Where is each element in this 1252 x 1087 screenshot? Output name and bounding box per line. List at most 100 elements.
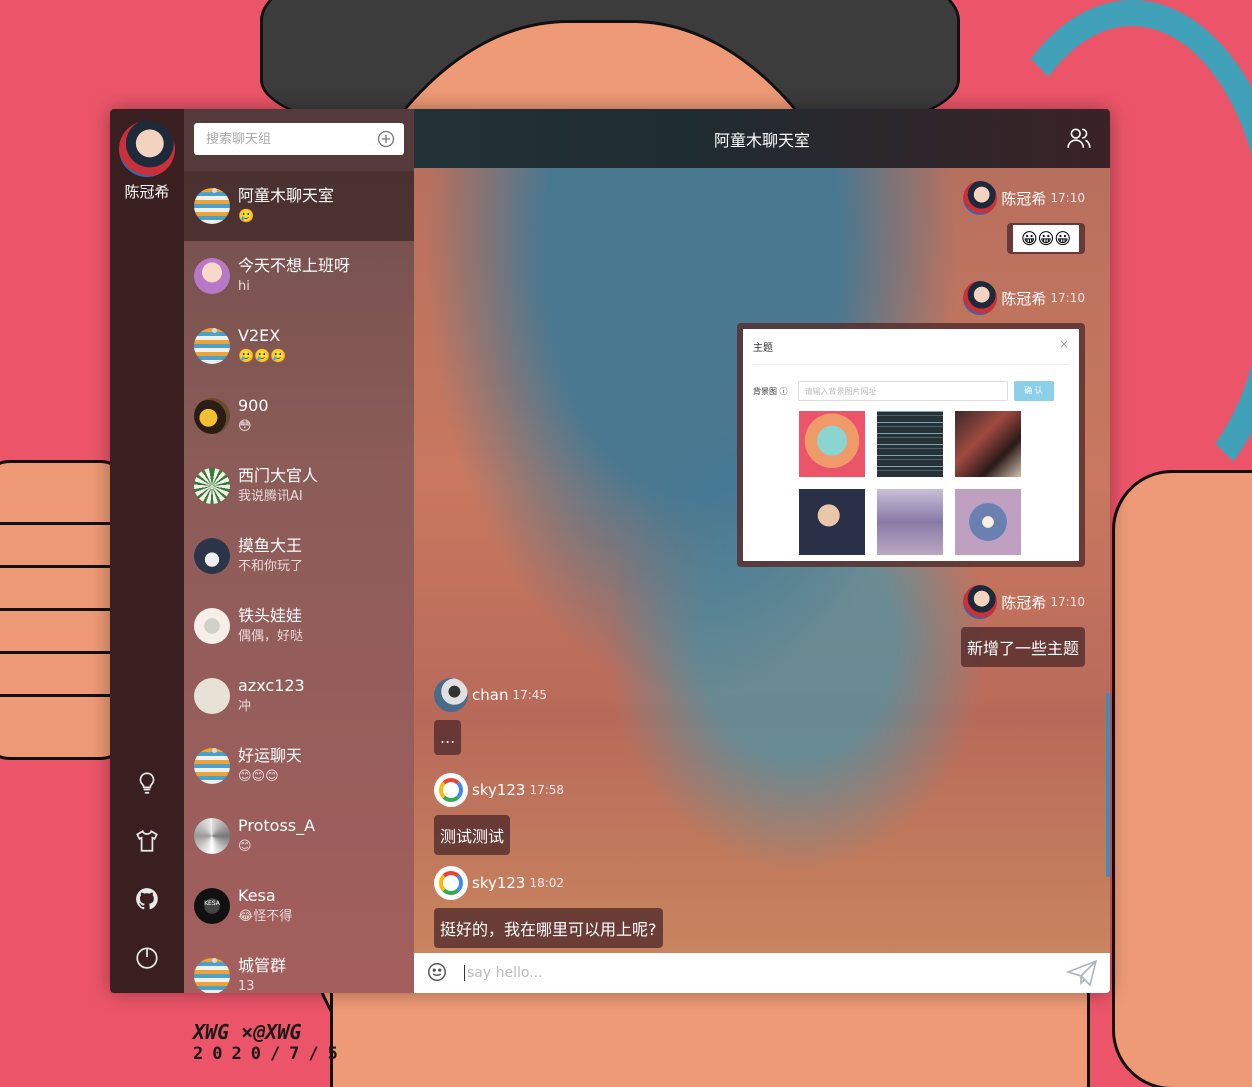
conversation-item[interactable]: 摸鱼大王 不和你玩了 — [184, 521, 414, 591]
search-input[interactable] — [206, 131, 376, 147]
conversation-item[interactable]: 阿童木聊天室 🥲 — [184, 171, 414, 241]
user-avatar — [194, 818, 230, 854]
conversation-item[interactable]: KESA Kesa 😂怪不得 — [184, 871, 414, 941]
conversation-preview: 😊😊😊 — [238, 769, 279, 784]
lightbulb-icon[interactable] — [133, 769, 161, 797]
user-avatar — [194, 258, 230, 294]
message-bubble: 挺好的，我在哪里可以用上呢? — [434, 908, 663, 948]
image-attachment[interactable]: 主题 × 背景图 ⓘ 请输入背景图片网址 确 认 — [743, 329, 1079, 561]
avatar-logo-text: KESA — [204, 900, 220, 907]
conversation-item[interactable]: 900 😳 — [184, 381, 414, 451]
conversation-name: 西门大官人 — [238, 466, 319, 485]
user-avatar — [194, 608, 230, 644]
message-input[interactable] — [464, 965, 1066, 981]
scrollbar[interactable] — [1106, 693, 1110, 877]
conversation-name: 铁头娃娃 — [238, 606, 303, 625]
sender-avatar[interactable] — [963, 181, 998, 215]
user-avatar — [194, 398, 230, 434]
user-avatar — [194, 468, 230, 504]
message-area[interactable]: 陈冠希 17:10 😀😀😀 陈冠希 17:10 主题 × 背景图 ⓘ 请输入背景… — [414, 168, 1110, 953]
conversation-name: 阿童木聊天室 — [238, 186, 335, 205]
conversation-name: 摸鱼大王 — [238, 536, 303, 555]
group-avatar — [194, 958, 230, 993]
github-icon[interactable] — [133, 885, 161, 913]
message-bubble: ... — [434, 720, 462, 755]
conversation-item[interactable]: 今天不想上班呀 hi — [184, 241, 414, 311]
sender-name: chan — [472, 686, 509, 704]
conversation-item[interactable]: Protoss_A 😊 — [184, 801, 414, 871]
chat-window: 陈冠希 阿童木 — [110, 109, 1110, 993]
message: sky123 18:02 挺好的，我在哪里可以用上呢? — [434, 866, 663, 948]
conversation-preview: 🥲🥲🥲 — [238, 349, 287, 364]
conversation-name: Kesa — [238, 886, 276, 905]
image-close-icon: × — [1058, 337, 1069, 351]
conversation-name: 今天不想上班呀 — [238, 256, 351, 275]
conversation-preview: 偶偶，好哒 — [238, 629, 304, 644]
rail-actions — [110, 769, 184, 971]
signature-line2: 2020/7/5 — [193, 1044, 347, 1064]
user-avatar[interactable] — [119, 121, 175, 177]
left-rail: 陈冠希 — [110, 109, 184, 993]
bg-bottom — [330, 990, 1090, 1087]
conversation-item[interactable]: V2EX 🥲🥲🥲 — [184, 311, 414, 381]
image-confirm: 确 认 — [1013, 381, 1054, 401]
sender-avatar[interactable] — [434, 678, 468, 712]
theme-thumb — [955, 489, 1021, 555]
conversation-name: Protoss_A — [238, 816, 316, 835]
message-bubble: 新增了一些主题 — [960, 627, 1085, 667]
message-composer — [414, 953, 1110, 993]
sender-avatar[interactable] — [434, 773, 468, 807]
conversation-preview: 😂怪不得 — [238, 909, 293, 924]
message: 陈冠希 17:10 新增了一些主题 — [960, 585, 1085, 667]
conversation-preview: 😊 — [238, 839, 252, 854]
power-icon[interactable] — [133, 943, 161, 971]
conversation-item[interactable]: 好运聊天 😊😊😊 — [184, 731, 414, 801]
conversation-preview: 😳 — [238, 419, 252, 434]
sender-avatar[interactable] — [963, 281, 998, 315]
sender-avatar[interactable] — [963, 585, 998, 619]
signature-line1: XWG ×@XWG — [193, 1020, 302, 1044]
user-avatar — [194, 538, 230, 574]
conversation-name: azxc123 — [238, 676, 305, 695]
user-avatar: KESA — [194, 888, 230, 924]
conversation-name: 900 — [238, 396, 269, 415]
theme-thumb — [799, 411, 865, 477]
sender-avatar[interactable] — [434, 866, 468, 900]
group-avatar — [194, 328, 230, 364]
message-content: 😀😀😀 — [1012, 225, 1079, 252]
members-icon[interactable] — [1066, 125, 1092, 151]
message: 陈冠希 17:10 😀😀😀 — [963, 181, 1085, 254]
message-time: 17:58 — [529, 783, 565, 797]
user-avatar — [194, 678, 230, 714]
sender-name: 陈冠希 — [1001, 289, 1047, 308]
emoji-picker-icon[interactable] — [426, 961, 450, 985]
conversation-name: 好运聊天 — [238, 746, 303, 765]
image-field-label: 背景图 ⓘ — [753, 386, 788, 396]
conversation-preview: 不和你玩了 — [238, 559, 304, 574]
message-bubble: 测试测试 — [434, 815, 511, 855]
conversation-item[interactable]: 城管群 13 — [184, 941, 414, 993]
send-icon[interactable] — [1065, 959, 1098, 987]
conversation-preview: 🥲 — [238, 209, 255, 224]
message: chan 17:45 ... — [434, 678, 547, 755]
conversation-item[interactable]: azxc123 冲 — [184, 661, 414, 731]
conversation-name: 城管群 — [238, 956, 287, 975]
message-time: 17:10 — [1050, 595, 1085, 609]
theme-thumb — [799, 489, 865, 555]
conversation-item[interactable]: 西门大官人 我说腾讯AI — [184, 451, 414, 521]
theme-thumb — [955, 411, 1021, 477]
message-bubble: 😀😀😀 — [1006, 223, 1085, 254]
conversation-list: 阿童木聊天室 🥲 今天不想上班呀 hi V2EX 🥲🥲🥲 900 😳 西门大官人我说腾讯… — [184, 109, 414, 993]
sender-name: 陈冠希 — [1001, 593, 1047, 612]
artist-signature: XWG ×@XWG 2020/7/5 — [193, 1020, 347, 1064]
theme-thumb — [877, 411, 943, 477]
sender-name: sky123 — [472, 874, 526, 892]
add-group-icon[interactable] — [376, 129, 396, 149]
sender-name: sky123 — [472, 781, 526, 799]
tshirt-icon[interactable] — [133, 827, 161, 855]
chat-title: 阿童木聊天室 — [713, 130, 810, 150]
message-time: 18:02 — [529, 876, 565, 890]
chat-panel: 阿童木聊天室 陈冠希 17:10 😀😀😀 陈冠希 17:10 主题 × 背景图 … — [414, 109, 1110, 993]
message: sky123 17:58 测试测试 — [434, 773, 564, 855]
conversation-item[interactable]: 铁头娃娃偶偶，好哒 — [184, 591, 414, 661]
